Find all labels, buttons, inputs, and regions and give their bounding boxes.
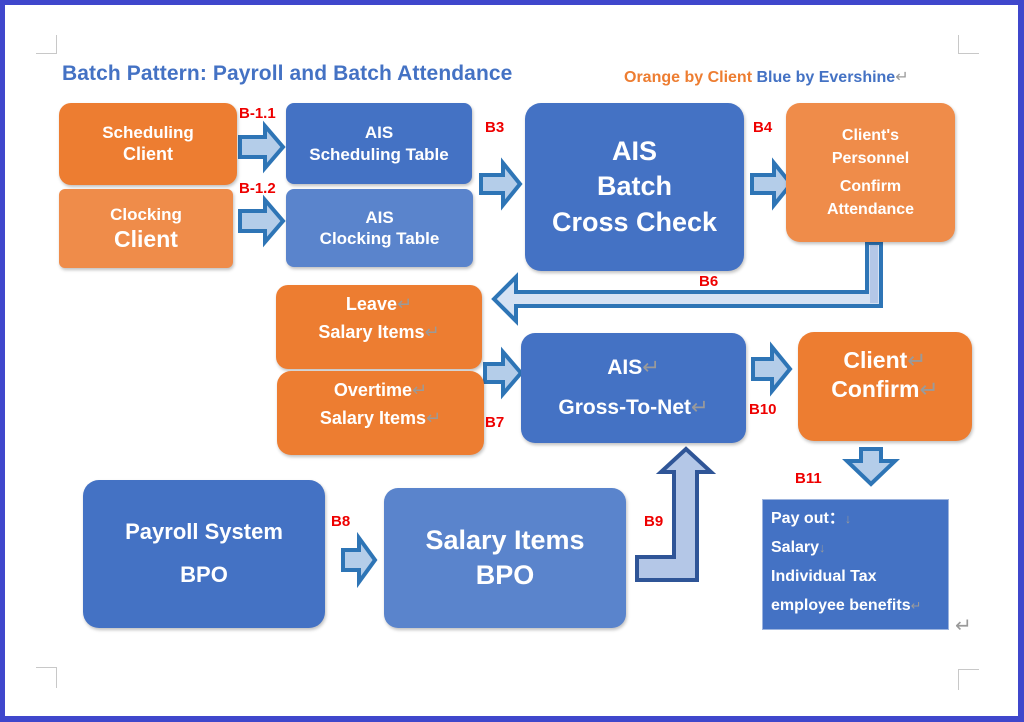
node-payout-line2: Salary↓ <box>771 533 948 562</box>
arrow-b6-vertical-fill <box>870 245 878 303</box>
node-gtn-line2-text: Gross-To-Net <box>558 396 691 419</box>
node-overtime-salary-items: Overtime↵ Salary Items↵ <box>277 371 484 455</box>
node-ais-batch-cross-check-line3: Cross Check <box>551 206 718 237</box>
step-label-b10: B10 <box>749 401 777 418</box>
node-leave-salary-items-line1: Leave↵ <box>346 291 412 319</box>
step-label-b11: B11 <box>795 470 822 487</box>
node-client-confirm-line2-text: Confirm <box>831 375 920 402</box>
arrow-b3 <box>479 157 523 211</box>
node-clocking-client-line1: Clocking <box>110 204 182 224</box>
node-leave-line2-text: Salary Items <box>318 321 425 342</box>
return-mark: ↵ <box>425 407 442 428</box>
node-clocking-client-line2: Client <box>114 225 178 252</box>
node-payout-line1: Pay out：↓ <box>771 504 948 533</box>
node-payout-line4: employee benefits↵ <box>771 591 948 620</box>
return-mark: ↵ <box>411 380 428 400</box>
node-ais-gross-to-net-line1: AIS↵ <box>607 348 660 388</box>
node-clients-personnel-confirm-attendance: Client's Personnel Confirm Attendance <box>786 103 955 242</box>
down-mark: ↓ <box>844 511 852 526</box>
step-label-b8: B8 <box>331 513 351 530</box>
node-gtn-line1-text: AIS <box>607 356 643 380</box>
arrow-b11 <box>842 447 900 487</box>
return-mark: ↵ <box>424 321 440 342</box>
node-ais-scheduling-table-line2: Scheduling Table <box>309 144 449 164</box>
arrow-b1-2 <box>238 194 286 248</box>
node-clients-personnel-line1: Client's <box>841 127 900 145</box>
node-ais-gross-to-net-line2: Gross-To-Net↵ <box>558 388 708 428</box>
node-overtime-line1-text: Overtime <box>333 380 412 400</box>
step-label-b7: B7 <box>485 414 505 431</box>
payout-line2-text: Salary <box>771 539 820 556</box>
return-mark: ↵ <box>907 347 927 373</box>
step-label-b4: B4 <box>753 119 773 136</box>
node-payroll-system-bpo-line2: BPO <box>180 562 228 587</box>
node-client-confirm: Client↵ Confirm↵ <box>798 332 972 441</box>
node-clocking-client: Clocking Client <box>59 189 233 268</box>
arrow-b7 <box>483 346 524 400</box>
node-payout: Pay out：↓ Salary↓ Individual Tax employe… <box>762 499 949 630</box>
node-ais-clocking-table-line2: Clocking Table <box>319 229 440 248</box>
down-mark: ↓ <box>819 540 826 555</box>
return-mark: ↵ <box>691 396 709 419</box>
node-clients-personnel-line3: Confirm <box>839 177 902 195</box>
node-ais-batch-cross-check: AIS Batch Cross Check <box>525 103 744 271</box>
node-salary-items-bpo: Salary Items BPO <box>384 488 626 628</box>
return-mark: ↵ <box>396 294 413 314</box>
node-leave-line1-text: Leave <box>345 294 397 314</box>
arrow-b8 <box>341 531 378 589</box>
step-label-b3: B3 <box>485 119 505 136</box>
node-client-confirm-line2: Confirm↵ <box>831 375 938 404</box>
step-label-b6: B6 <box>699 273 719 290</box>
node-ais-scheduling-table: AIS Scheduling Table <box>286 103 472 184</box>
node-scheduling-client: Scheduling Client <box>59 103 237 185</box>
node-overtime-salary-items-line1: Overtime↵ <box>334 377 427 405</box>
node-client-confirm-line1: Client↵ <box>843 346 926 375</box>
return-mark-trailing: ↵ <box>955 615 972 637</box>
node-ais-clocking-table: AIS Clocking Table <box>286 189 473 267</box>
node-ais-batch-cross-check-line2: Batch <box>596 171 672 202</box>
node-clients-personnel-line2: Personnel <box>831 150 910 168</box>
node-ais-scheduling-table-line1: AIS <box>364 123 394 143</box>
node-salary-items-bpo-line1: Salary Items <box>425 524 585 555</box>
node-ais-clocking-table-line1: AIS <box>365 207 394 227</box>
node-overtime-line2-text: Salary Items <box>319 407 426 428</box>
diagram-page: Batch Pattern: Payroll and Batch Attenda… <box>5 5 1018 716</box>
step-label-b1-2: B-1.2 <box>239 180 276 197</box>
return-mark: ↵ <box>919 375 939 402</box>
arrow-b10 <box>751 341 793 397</box>
return-mark: ↵ <box>910 598 922 613</box>
step-label-b1-1: B-1.1 <box>239 105 276 122</box>
arrow-b1-1 <box>238 120 286 174</box>
node-scheduling-client-line1: Scheduling <box>102 123 194 143</box>
node-payroll-system-bpo-line1: Payroll System <box>125 519 283 545</box>
node-ais-gross-to-net: AIS↵ Gross-To-Net↵ <box>521 333 746 443</box>
node-leave-salary-items: Leave↵ Salary Items↵ <box>276 285 482 369</box>
node-payroll-system-bpo: Payroll System BPO <box>83 480 325 628</box>
payout-line4-text: employee benefits <box>771 597 911 614</box>
node-ais-batch-cross-check-line1: AIS <box>611 136 657 167</box>
node-leave-salary-items-line2: Salary Items↵ <box>318 319 439 347</box>
node-overtime-salary-items-line2: Salary Items↵ <box>320 405 441 433</box>
node-scheduling-client-line2: Client <box>122 144 173 165</box>
node-client-confirm-line1-text: Client <box>843 347 908 373</box>
payout-line1-text: Pay out： <box>771 510 845 527</box>
step-label-b9: B9 <box>644 513 664 530</box>
node-clients-personnel-line4: Attendance <box>826 200 915 218</box>
node-salary-items-bpo-line2: BPO <box>475 560 535 590</box>
node-payout-line3: Individual Tax <box>771 568 877 585</box>
return-mark: ↵ <box>642 356 660 380</box>
